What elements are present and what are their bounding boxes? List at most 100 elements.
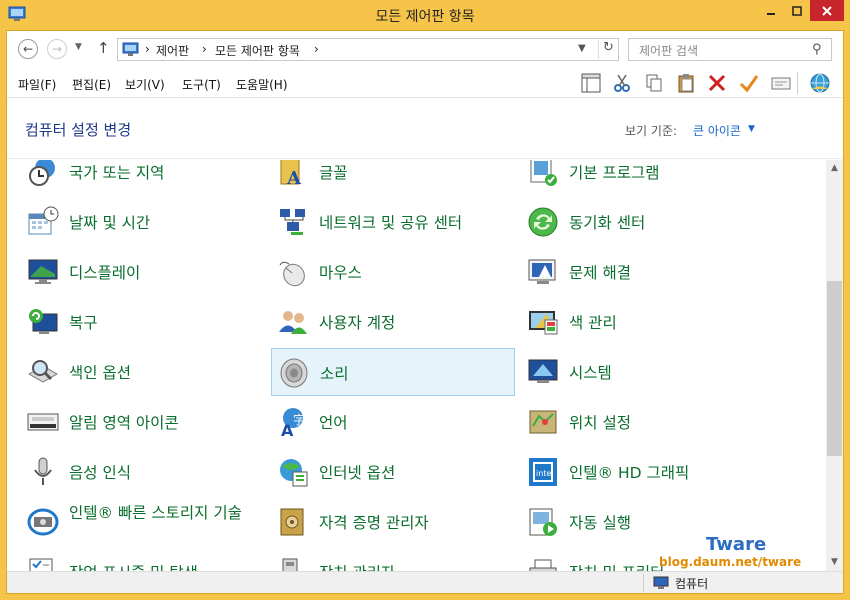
- item-label: 알림 영역 아이콘: [69, 414, 179, 432]
- cut-icon[interactable]: [611, 72, 633, 94]
- item-system[interactable]: 시스템: [521, 348, 765, 396]
- item-device-manager[interactable]: 장치 관리자: [271, 548, 515, 571]
- title-bar[interactable]: 모든 제어판 항목: [0, 0, 850, 30]
- recovery-icon: [29, 309, 58, 334]
- item-language[interactable]: A字 언어: [271, 398, 515, 446]
- svg-text:字: 字: [293, 412, 305, 427]
- item-fonts[interactable]: A 글꼴: [271, 160, 515, 196]
- up-button[interactable]: ↑: [97, 39, 110, 57]
- svg-text:A: A: [286, 168, 302, 188]
- breadcrumb-separator-icon[interactable]: ›: [314, 42, 319, 56]
- watermark-title: Tware: [706, 534, 767, 555]
- delete-icon[interactable]: [706, 72, 728, 94]
- menu-help[interactable]: 도움말(H): [236, 76, 288, 93]
- view-by-label: 보기 기준:: [625, 124, 678, 138]
- chevron-down-icon: ▼: [75, 42, 82, 52]
- search-input[interactable]: 제어판 검색 ⚲: [628, 38, 832, 61]
- menu-view[interactable]: 보기(V): [125, 76, 165, 93]
- item-recovery[interactable]: 복구: [21, 298, 265, 346]
- credential-vault-icon: [280, 508, 304, 536]
- watermark-url: blog.daum.net/tware: [659, 555, 802, 569]
- intel-graphics-icon: intel: [529, 458, 557, 486]
- menu-tools[interactable]: 도구(T): [182, 76, 221, 93]
- item-region[interactable]: 국가 또는 지역: [21, 160, 265, 196]
- item-internet-options[interactable]: 인터넷 옵션: [271, 448, 515, 496]
- recent-locations-button[interactable]: ▼: [75, 42, 82, 52]
- item-label: 마우스: [319, 264, 362, 282]
- scroll-up-icon[interactable]: ▲: [826, 160, 843, 177]
- troubleshoot-icon: [528, 259, 556, 284]
- globe-icon[interactable]: [809, 72, 831, 94]
- item-label: 인텔® HD 그래픽: [569, 464, 690, 482]
- page-header: 컴퓨터 설정 변경 보기 기준: 큰 아이콘 ▼: [7, 99, 843, 159]
- calendar-clock-icon: [28, 206, 59, 235]
- item-color-management[interactable]: 색 관리: [521, 298, 765, 346]
- autoplay-icon: [529, 508, 557, 536]
- menu-bar: 파일(F) 편집(E) 보기(V) 도구(T) 도움말(H): [7, 68, 843, 98]
- copy-icon[interactable]: [643, 72, 665, 94]
- view-by-dropdown[interactable]: 큰 아이콘: [693, 122, 741, 139]
- forward-button[interactable]: →: [47, 39, 67, 59]
- item-user-accounts[interactable]: 사용자 계정: [271, 298, 515, 346]
- breadcrumb-control-panel[interactable]: 제어판: [156, 42, 189, 59]
- item-display[interactable]: 디스플레이: [21, 248, 265, 296]
- arrow-left-icon: ←: [22, 42, 34, 56]
- menu-edit[interactable]: 편집(E): [72, 76, 111, 93]
- refresh-icon[interactable]: ↻: [598, 40, 618, 59]
- item-location-settings[interactable]: 위치 설정: [521, 398, 765, 446]
- item-label: 디스플레이: [69, 264, 141, 282]
- layout-pane-icon[interactable]: [580, 72, 602, 94]
- back-button[interactable]: ←: [18, 39, 38, 59]
- close-button[interactable]: [810, 0, 844, 21]
- item-mouse[interactable]: 마우스: [271, 248, 515, 296]
- status-divider: [643, 574, 644, 592]
- language-icon: A字: [281, 408, 305, 438]
- item-taskbar-navigation[interactable]: 작업 표시줄 및 탐색: [21, 548, 265, 571]
- items-grid: 국가 또는 지역 A 글꼴 기본 프로그램 날짜 및 시간 네트워크 및 공유 …: [7, 160, 826, 571]
- address-bar[interactable]: › 제어판 › 모든 제어판 항목 › ▼ ↻: [117, 38, 619, 61]
- internet-options-icon: [280, 459, 308, 487]
- item-default-programs[interactable]: 기본 프로그램: [521, 160, 765, 196]
- item-troubleshooting[interactable]: 문제 해결: [521, 248, 765, 296]
- item-indexing-options[interactable]: 색인 옵션: [21, 348, 265, 396]
- breadcrumb-separator-icon[interactable]: ›: [202, 42, 207, 56]
- item-label: 언어: [319, 414, 348, 432]
- item-notification-icons[interactable]: 알림 영역 아이콘: [21, 398, 265, 446]
- breadcrumb-all-items[interactable]: 모든 제어판 항목: [215, 42, 300, 59]
- item-sync-center[interactable]: 동기화 센터: [521, 198, 765, 246]
- item-intel-graphics[interactable]: intel 인텔® HD 그래픽: [521, 448, 765, 496]
- vertical-scrollbar[interactable]: ▲ ▼: [826, 160, 843, 571]
- mouse-icon: [279, 261, 305, 287]
- speaker-icon: [280, 358, 308, 388]
- chevron-down-icon[interactable]: ▼: [748, 124, 755, 134]
- item-sound[interactable]: 소리: [271, 348, 515, 396]
- maximize-button[interactable]: [784, 0, 810, 21]
- default-programs-icon: [530, 160, 557, 186]
- item-label: 글꼴: [319, 164, 348, 182]
- item-date-time[interactable]: 날짜 및 시간: [21, 198, 265, 246]
- item-label: 복구: [69, 314, 98, 332]
- scroll-thumb[interactable]: [827, 281, 842, 456]
- item-label: 소리: [320, 365, 349, 383]
- check-icon[interactable]: [738, 72, 760, 94]
- minimize-icon: [766, 12, 775, 15]
- users-icon: [279, 311, 307, 334]
- breadcrumb-separator-icon[interactable]: ›: [145, 42, 150, 56]
- indexing-icon: [27, 360, 59, 383]
- item-network-sharing[interactable]: 네트워크 및 공유 센터: [271, 198, 515, 246]
- item-intel-rapid-storage[interactable]: 인텔® 빠른 스토리지 기술: [21, 498, 265, 546]
- search-icon[interactable]: ⚲: [812, 42, 822, 57]
- item-label: 장치 및 프린터: [569, 562, 664, 571]
- scroll-down-icon[interactable]: ▼: [826, 554, 843, 571]
- menu-file[interactable]: 파일(F): [18, 76, 56, 93]
- font-folder-icon: A: [280, 160, 302, 188]
- paste-icon[interactable]: [675, 72, 697, 94]
- minimize-button[interactable]: [757, 0, 784, 21]
- item-credential-manager[interactable]: 자격 증명 관리자: [271, 498, 515, 546]
- taskbar-icon: [29, 558, 53, 571]
- item-speech-recognition[interactable]: 음성 인식: [21, 448, 265, 496]
- item-label: 문제 해결: [569, 264, 631, 282]
- properties-icon[interactable]: [770, 72, 792, 94]
- window-client: ← → ▼ ↑ › 제어판 › 모든 제어판 항목 › ▼ ↻ 제어판 검색 ⚲…: [6, 30, 844, 594]
- address-history-icon[interactable]: ▼: [578, 43, 586, 54]
